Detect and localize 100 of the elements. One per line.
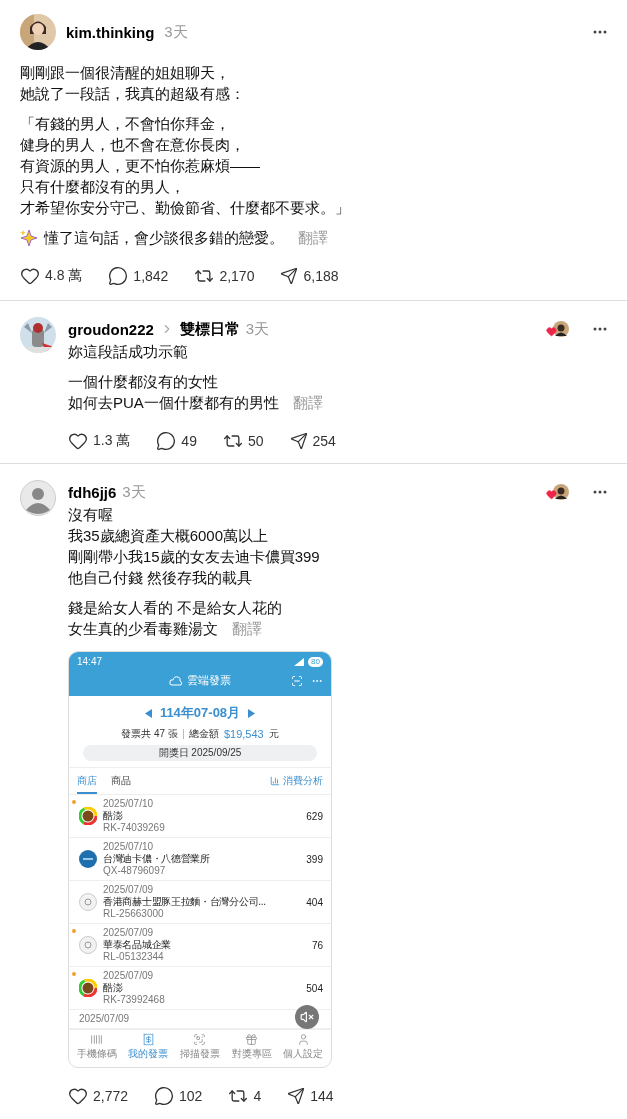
invoice-row[interactable]: 2025/07/10 台灣迪卡儂・八德營業所 QX-48796097 399 (69, 838, 331, 881)
nav-tab[interactable]: 手機條碼 (76, 1033, 117, 1061)
invoice-date: 2025/07/09 (79, 1013, 130, 1025)
post-time: 3天 (245, 319, 270, 339)
invoice-count: 發票共 47 張 (121, 727, 178, 741)
store-name: 香港商赫士盟豚王拉麵・台灣分公司... (103, 896, 266, 908)
post-text: 錢是給女人看的 不是給女人花的 (68, 598, 283, 618)
scan-icon (193, 1033, 207, 1046)
like-button[interactable]: 2,772 (68, 1086, 129, 1106)
store-logo-icon (79, 850, 97, 868)
invoice-number: RK-74039269 (103, 822, 165, 834)
user-icon (296, 1033, 310, 1046)
send-icon (289, 432, 308, 450)
post-text: 健身的男人，也不會在意你長肉， (20, 135, 245, 155)
store-tab[interactable]: 商店 (77, 774, 97, 794)
more-icon (593, 327, 607, 331)
like-button[interactable]: 4.8 萬 (20, 266, 83, 286)
more-icon (593, 490, 607, 494)
store-logo-icon (79, 893, 97, 911)
more-icon (593, 30, 607, 34)
share-button[interactable]: 144 (287, 1086, 334, 1106)
invoice-row[interactable]: 2025/07/10 酷澎 RK-74039269 629 (69, 795, 331, 838)
previous-arrow-icon[interactable] (144, 708, 152, 718)
post-time: 3天 (164, 22, 188, 42)
repost-button[interactable]: 2,170 (194, 266, 255, 286)
gift-icon (245, 1033, 259, 1046)
share-button[interactable]: 6,188 (280, 266, 339, 286)
topic-tag[interactable]: 雙標日常 (179, 319, 240, 339)
post-text: 懂了這句話，會少談很多錯的戀愛。 (44, 228, 284, 248)
draw-date: 開獎日 2025/09/25 (83, 745, 317, 761)
analysis-link[interactable]: 消費分析 (270, 774, 323, 794)
post-text: 才希望你安分守己、勤儉節省、什麼都不要求。」 (20, 198, 350, 218)
post-text: 女生真的少看毒雞湯文 (68, 619, 218, 639)
nav-tab[interactable]: 我的發票 (128, 1033, 169, 1061)
nav-tab[interactable]: 對獎專區 (231, 1033, 272, 1061)
post-time: 3天 (122, 482, 146, 502)
store-name: 華泰名品城企業 (103, 939, 171, 951)
share-button[interactable]: 254 (289, 431, 336, 451)
invoice-amount: 629 (306, 810, 323, 822)
post-text: 妳這段話成功示範 (68, 342, 188, 362)
post-text: 剛剛帶小我15歲的女友去迪卡儂買399 (68, 547, 320, 567)
store-logo-icon (79, 936, 97, 954)
more-button[interactable] (593, 327, 607, 331)
heart-icon (20, 266, 40, 286)
comment-button[interactable]: 102 (154, 1086, 203, 1106)
post-text: 有資源的男人，更不怕你惹麻煩—— (20, 156, 260, 176)
post-text: 他自己付錢 然後存我的載具 (68, 568, 253, 588)
invoice-row[interactable]: 2025/07/09 香港商赫士盟豚王拉麵・台灣分公司... RL-25663000 404 (69, 881, 331, 924)
comment-icon (108, 266, 129, 286)
next-arrow-icon[interactable] (248, 708, 256, 718)
post-text: 「有錢的男人，不會怕你拜金， (20, 114, 230, 134)
invoice-date: 2025/07/10 (103, 798, 154, 810)
receipt-icon (141, 1033, 155, 1046)
chart-icon (270, 776, 280, 786)
invoice-date: 2025/07/09 (103, 927, 154, 939)
status-time: 14:47 (77, 656, 103, 667)
like-button[interactable]: 1.3 萬 (68, 431, 131, 451)
heart-icon (68, 1086, 88, 1106)
send-icon (287, 1087, 306, 1105)
store-logo-icon (79, 979, 97, 997)
invoice-row[interactable]: 2025/07/09 華泰名品城企業 RL-05132344 76 (69, 924, 331, 967)
post-text: 我35歲總資產大概6000萬以上 (68, 526, 269, 546)
signal-icon (294, 657, 305, 666)
invoice-period: 114年07-08月 (159, 704, 241, 722)
total-label: 總金額 (188, 727, 219, 741)
author-name[interactable]: kim.thinking (66, 23, 155, 41)
post-text: 如何去PUA一個什麼都有的男性 (68, 393, 279, 413)
repost-button[interactable]: 50 (222, 431, 264, 451)
store-logo-icon (79, 807, 97, 825)
author-name[interactable]: groudon222 (68, 320, 154, 338)
comment-button[interactable]: 49 (156, 431, 197, 451)
invoice-number: RL-05132344 (103, 951, 164, 963)
store-name: 酷澎 (103, 810, 123, 822)
author-name[interactable]: fdh6jj6 (68, 483, 117, 501)
invoice-number: RL-25663000 (103, 908, 164, 920)
comment-button[interactable]: 1,842 (108, 266, 169, 286)
mute-button[interactable] (295, 1005, 319, 1029)
post-text: 剛剛跟一個很清醒的姐姐聊天， (20, 63, 230, 83)
store-name: 台灣迪卡儂・八德營業所 (103, 853, 210, 865)
store-tab[interactable]: 商品 (111, 774, 131, 794)
invoice-number: RK-73992468 (103, 994, 165, 1006)
app-title: 雲端發票 (187, 673, 231, 688)
heart-icon (68, 431, 88, 451)
post-text: 一個什麼都沒有的女性 (68, 372, 218, 392)
repost-button[interactable]: 4 (228, 1086, 262, 1106)
more-button[interactable] (593, 490, 607, 494)
mute-icon (300, 1010, 314, 1024)
comment-icon (154, 1086, 175, 1106)
store-name: 酷澎 (103, 982, 123, 994)
invoice-date: 2025/07/09 (103, 970, 154, 982)
nav-tab[interactable]: 個人設定 (283, 1033, 324, 1061)
invoice-date: 2025/07/10 (103, 841, 154, 853)
heart-icon (546, 326, 557, 337)
nav-tab[interactable]: 掃描發票 (180, 1033, 220, 1061)
avatar-icon (20, 480, 56, 516)
total-amount: $19,543 (223, 728, 264, 740)
more-button[interactable] (593, 30, 607, 34)
battery-level: 80 (308, 656, 323, 667)
cloud-icon (169, 675, 183, 686)
scan-icon[interactable] (291, 674, 303, 687)
